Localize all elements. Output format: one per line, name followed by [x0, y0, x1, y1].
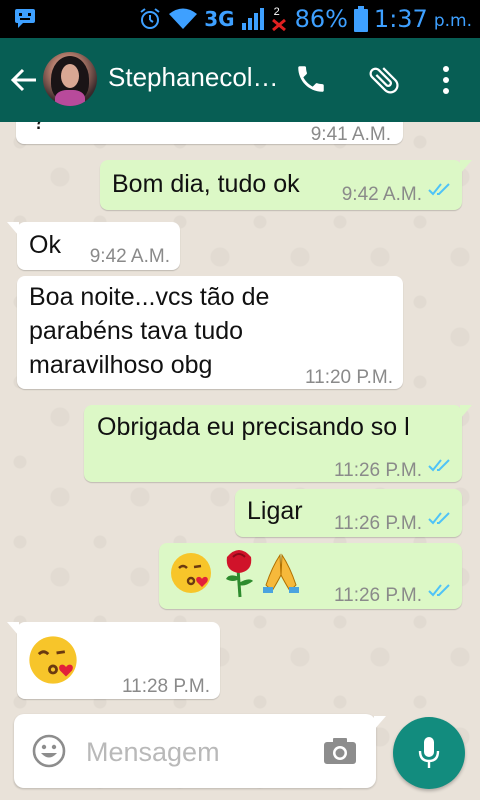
voice-record-button[interactable] — [393, 717, 465, 789]
message-outgoing[interactable]: Bom dia, tudo ok 9:42 A.M. — [100, 160, 472, 210]
contact-name[interactable]: Stephanecol… — [108, 62, 284, 93]
read-receipt-icon — [428, 584, 450, 597]
message-text: Obrigada eu precisando so l — [97, 413, 410, 441]
face-blowing-kiss-emoji — [169, 551, 213, 595]
message-time: 9:42 A.M. — [89, 246, 170, 267]
camera-icon[interactable] — [322, 736, 358, 766]
face-blowing-kiss-emoji — [27, 634, 79, 686]
message-text: Bom dia, tudo ok — [112, 170, 300, 198]
attachment-icon[interactable] — [366, 62, 402, 98]
message-composer — [14, 714, 386, 788]
read-receipt-icon — [428, 183, 450, 196]
message-text: ? — [32, 122, 46, 138]
message-text-line: maravilhoso obg — [29, 351, 213, 379]
message-text: Ligar — [247, 497, 303, 525]
folded-hands-emoji — [259, 551, 303, 595]
message-incoming[interactable]: Ok 9:42 A.M. — [7, 222, 180, 270]
sim2-no-signal-icon: 2 — [271, 4, 289, 34]
message-time: 9:42 A.M. — [341, 184, 422, 205]
battery-percent: 86% — [294, 5, 348, 33]
status-bar: 3G 2 86% 1:37 p.m. — [0, 0, 480, 38]
message-text: Ok — [29, 231, 61, 259]
contact-avatar[interactable] — [43, 52, 97, 106]
emoji-picker-icon[interactable] — [32, 734, 66, 768]
read-receipt-icon — [428, 459, 450, 472]
sim-badge: 2 — [273, 6, 280, 18]
message-time: 11:26 P.M. — [333, 460, 422, 481]
clock-ampm: p.m. — [433, 11, 472, 31]
read-receipt-icon — [428, 512, 450, 525]
message-text-line: parabéns tava tudo — [29, 317, 244, 345]
message-incoming[interactable]: 11:28 P.M. — [7, 622, 220, 699]
message-incoming[interactable]: Boa noite...vcs tão de parabéns tava tud… — [17, 276, 403, 389]
rose-emoji — [217, 547, 261, 599]
message-input[interactable] — [84, 730, 308, 774]
alarm-icon — [140, 8, 160, 29]
message-time: 11:26 P.M. — [333, 513, 422, 534]
message-time: 9:41 A.M. — [310, 124, 391, 145]
microphone-icon — [418, 737, 440, 768]
clock: 1:37 — [373, 5, 428, 33]
message-outgoing[interactable]: Ligar 11:26 P.M. — [235, 489, 462, 537]
chat-header: Stephanecol… — [0, 38, 480, 122]
message-outgoing[interactable]: Obrigada eu precisando so l 11:26 P.M. — [84, 405, 472, 482]
wifi-icon — [169, 8, 198, 29]
call-icon[interactable] — [294, 62, 328, 96]
back-arrow-icon[interactable] — [10, 66, 38, 94]
network-type: 3G — [204, 7, 235, 31]
message-time: 11:28 P.M. — [121, 676, 210, 697]
message-outgoing[interactable]: 11:26 P.M. — [159, 543, 462, 609]
chat-notification-icon — [15, 9, 35, 28]
message-time: 11:20 P.M. — [304, 367, 393, 388]
signal-icon — [241, 8, 264, 30]
message-list[interactable]: ? 9:41 A.M. Bom dia, tudo ok 9:42 A.M. O… — [0, 122, 480, 800]
message-text-line: Boa noite...vcs tão de — [29, 283, 270, 311]
more-options-icon[interactable] — [436, 62, 456, 98]
message-incoming[interactable]: ? 9:41 A.M. — [16, 122, 403, 145]
battery-icon — [353, 6, 368, 32]
message-time: 11:26 P.M. — [333, 585, 422, 606]
